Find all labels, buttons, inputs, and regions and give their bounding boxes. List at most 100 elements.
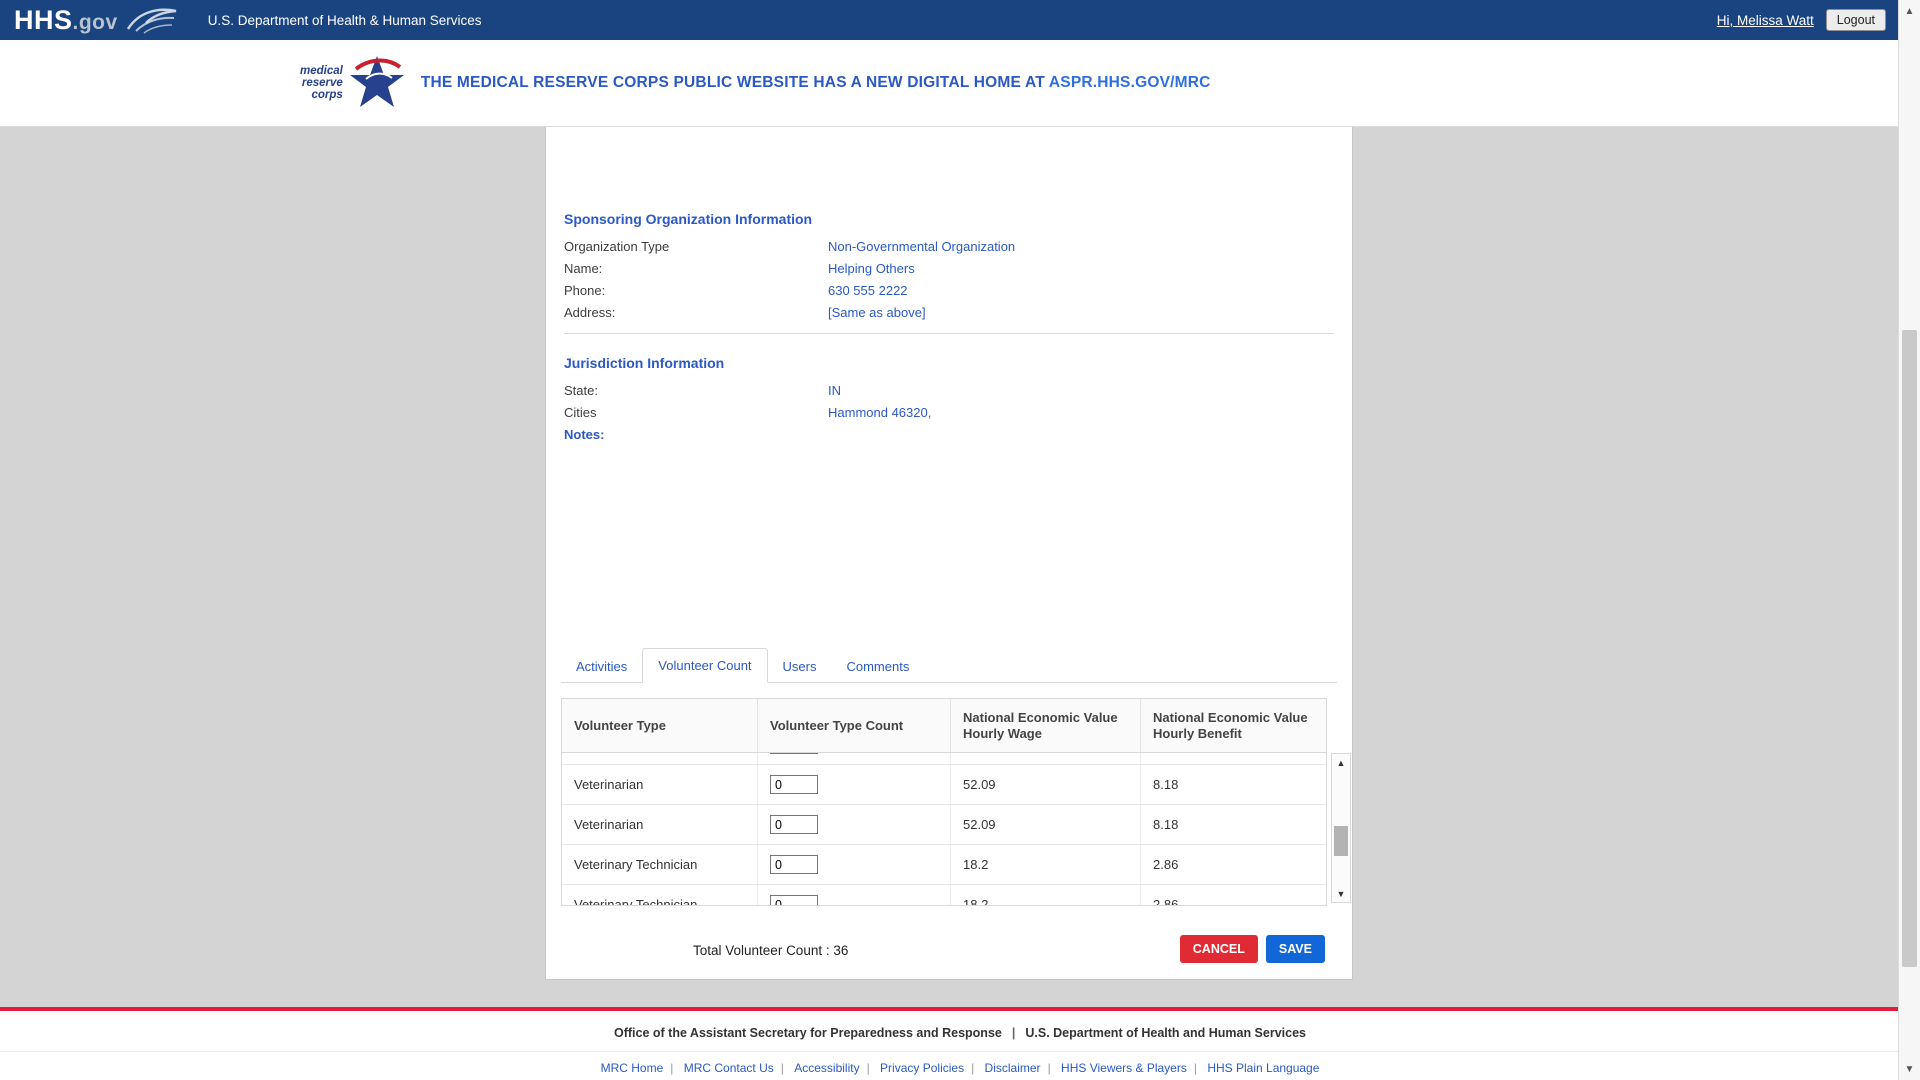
field-label: Phone: [564,283,606,298]
footer-link-hhs-viewers-players[interactable]: HHS Viewers & Players [1061,1061,1187,1075]
footer-link-disclaimer[interactable]: Disclaimer [985,1061,1041,1075]
footer-link-separator: | [1047,1061,1051,1075]
top-bar: HHS.gov U.S. Department of Health & Huma… [0,0,1920,40]
cell-benefit: 2.86 [1153,857,1179,872]
cell-volunteer-type: Veterinarian [562,805,758,844]
mrc-banner: medical reserve corps THE MEDICAL RESERV… [0,40,1920,127]
banner-link[interactable]: ASPR.HHS.GOV/MRC [1049,74,1211,91]
count-input[interactable] [770,775,818,794]
hhs-logo: HHS.gov [14,4,118,35]
user-greeting-link[interactable]: Hi, Melissa Watt [1717,13,1814,28]
field-row: Phone: 630 555 2222 [564,283,1334,298]
footer-link-separator: | [866,1061,870,1075]
section-divider [564,333,1334,334]
cell-count [758,765,951,804]
footer-link-mrc-home[interactable]: MRC Home [601,1061,664,1075]
table-body: Veterinarian 52.09 8.18 Veterinarian 52.… [561,753,1327,906]
cell-volunteer-type: Veterinarian [562,765,758,804]
table-row: Veterinarian 52.09 8.18 [562,765,1326,805]
cancel-button[interactable]: CANCEL [1179,935,1258,963]
cell-wage: 18.2 [951,885,1141,905]
footer-links: MRC Home | MRC Contact Us | Accessibility |… [0,1051,1920,1075]
scroll-up-button[interactable]: ▲ [1332,754,1350,771]
field-label: State: [564,383,598,398]
field-value: IN [828,383,841,398]
cell-benefit: 2.86 [1153,897,1179,906]
sponsor-section: Sponsoring Organization Information Orga… [564,211,1334,327]
tab-comments[interactable]: Comments [831,650,924,683]
field-value: Helping Others [828,261,915,276]
sponsor-heading: Sponsoring Organization Information [564,211,813,227]
tab-bar: Activities Volunteer Count Users Comment… [561,648,1337,683]
mrc-logo: medical reserve corps [300,54,407,112]
cell-volunteer-type: Veterinary Technician [562,885,758,905]
footer-link-mrc-contact-us[interactable]: MRC Contact Us [684,1061,774,1075]
total-volunteer-count: Total Volunteer Count : 36 [693,943,849,958]
down-arrow-icon: ▼ [1336,888,1346,899]
table-row: Veterinarian 52.09 8.18 [562,805,1326,845]
scroll-down-button[interactable]: ▼ [1332,885,1350,902]
table-row: Veterinary Technician 18.2 2.86 [562,885,1326,906]
footer-department: U.S. Department of Health and Human Serv… [1025,1026,1306,1040]
cell-wage [951,753,1141,764]
unit-detail-card: Sponsoring Organization Information Orga… [545,127,1353,980]
field-row: Organization Type Non-Governmental Organ… [564,239,1334,254]
count-input[interactable] [770,895,818,905]
field-value: 630 555 2222 [828,283,908,298]
jurisdiction-heading: Jurisdiction Information [564,355,725,371]
scrollbar-thumb[interactable] [1334,825,1348,856]
volunteer-table: Volunteer Type Volunteer Type Count Nati… [561,698,1327,906]
footer-link-separator: | [780,1061,784,1075]
hhs-eagle-icon [126,8,176,34]
field-row: Address: [Same as above] [564,305,1334,320]
scrollbar-track[interactable] [1332,771,1350,885]
table-row [562,753,1326,765]
save-button[interactable]: SAVE [1265,935,1325,963]
browser-scrollbar-thumb[interactable] [1902,330,1917,967]
cell-volunteer-type [562,753,758,764]
tab-activities[interactable]: Activities [561,650,642,683]
column-header-volunteer-type: Volunteer Type [562,699,758,752]
notes-label: Notes: [564,427,605,442]
field-label: Organization Type [564,239,670,254]
count-input[interactable] [770,815,818,834]
field-row: Cities Hammond 46320, [564,405,1334,420]
department-name: U.S. Department of Health & Human Servic… [207,12,482,28]
tab-users[interactable]: Users [768,650,832,683]
footer-office: Office of the Assistant Secretary for Pr… [613,1026,1002,1040]
mrc-star-icon [349,56,404,107]
logout-button[interactable]: Logout [1825,9,1886,31]
cell-wage: 52.09 [951,765,1141,804]
column-header-count: Volunteer Type Count [758,699,951,752]
footer-link-separator: | [670,1061,674,1075]
hhs-logo-suffix: .gov [72,10,118,34]
cell-volunteer-type: Veterinary Technician [562,845,758,884]
footer-link-hhs-plain-language[interactable]: HHS Plain Language [1207,1061,1319,1075]
column-header-hourly-benefit: National Economic Value Hourly Benefit [1153,709,1308,741]
cell-wage: 18.2 [951,845,1141,884]
down-arrow-icon: ▼ [1904,1063,1915,1075]
table-scrollbar[interactable]: ▲ ▼ [1331,753,1351,903]
cell-count [758,845,951,884]
browser-scroll-down-button[interactable]: ▼ [1899,1058,1920,1080]
up-arrow-icon: ▲ [1904,5,1915,17]
browser-scroll-up-button[interactable]: ▲ [1899,0,1920,22]
field-value: [Same as above] [828,305,926,320]
field-label: Address: [564,305,616,320]
cell-count [758,805,951,844]
cell-benefit: 8.18 [1153,817,1179,832]
footer-link-separator: | [971,1061,975,1075]
cell-count [758,885,951,905]
up-arrow-icon: ▲ [1336,757,1346,768]
cell-wage: 52.09 [951,805,1141,844]
footer-link-accessibility[interactable]: Accessibility [794,1061,859,1075]
page-background: Sponsoring Organization Information Orga… [0,127,1920,1007]
footer-link-privacy-policies[interactable]: Privacy Policies [880,1061,964,1075]
field-row: Name: Helping Others [564,261,1334,276]
count-input[interactable] [770,855,818,874]
field-label: Cities [564,405,597,420]
browser-scrollbar[interactable]: ▲ ▼ [1898,0,1920,1080]
action-buttons: CANCEL SAVE [1179,935,1325,963]
count-input[interactable] [770,753,818,754]
tab-volunteer-count[interactable]: Volunteer Count [642,648,768,683]
